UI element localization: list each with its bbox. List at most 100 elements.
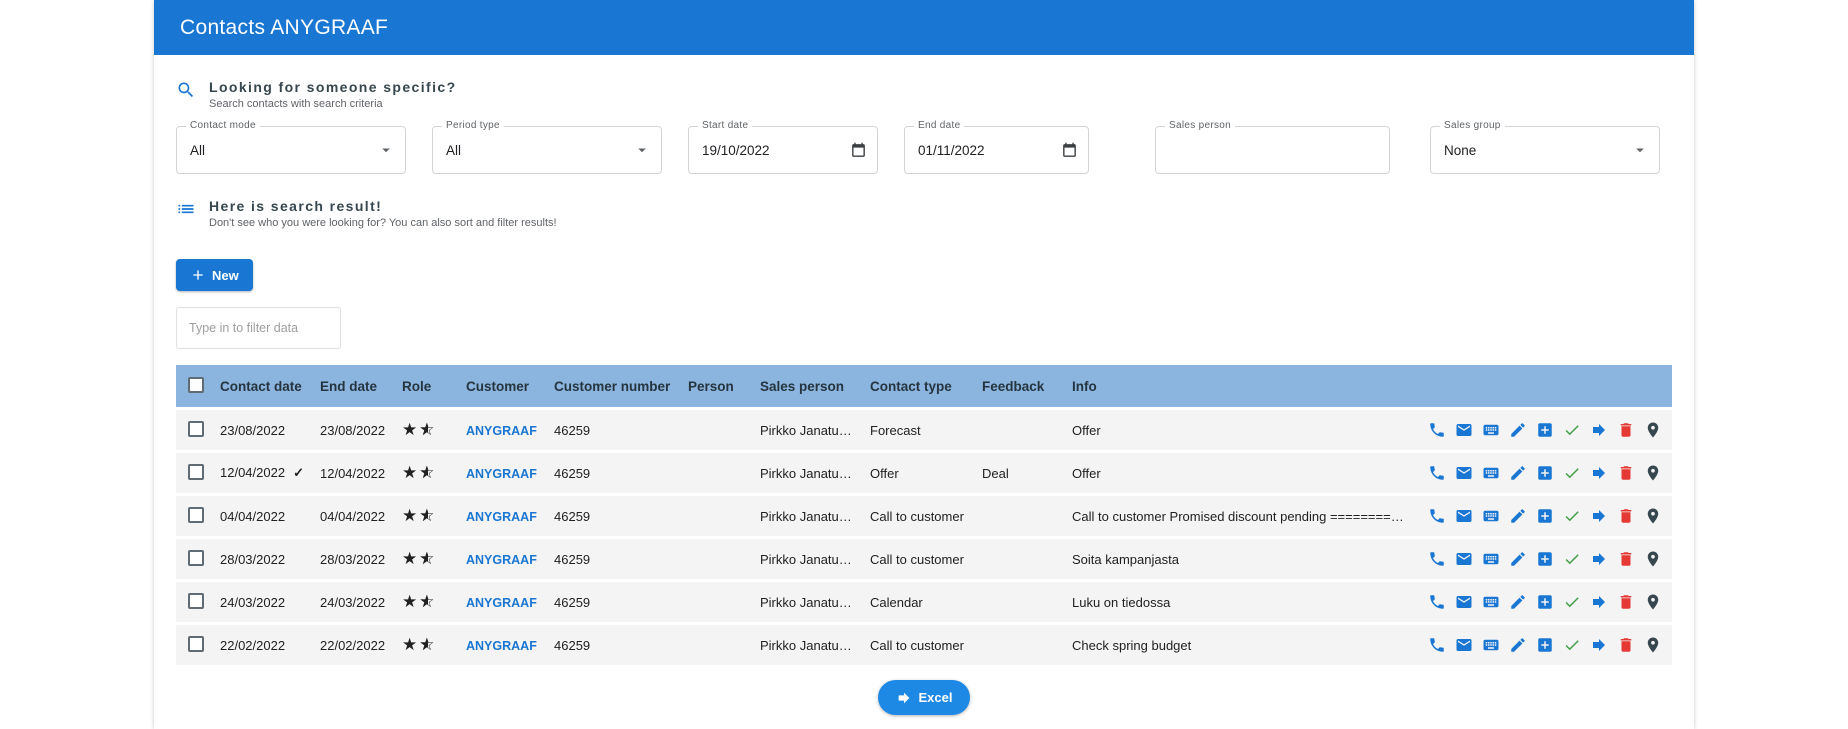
email-button[interactable] <box>1455 507 1473 525</box>
delete-button[interactable] <box>1617 593 1635 611</box>
new-button[interactable]: New <box>176 259 253 291</box>
delete-button[interactable] <box>1617 550 1635 568</box>
filter-input[interactable] <box>176 307 341 349</box>
add-button[interactable] <box>1536 636 1554 654</box>
customer-link[interactable]: ANYGRAAF <box>466 553 537 567</box>
excel-button[interactable]: Excel <box>878 680 971 715</box>
check-icon <box>1563 636 1581 654</box>
row-checkbox[interactable] <box>188 593 204 609</box>
forward-button[interactable] <box>1590 464 1608 482</box>
call-button[interactable] <box>1428 550 1446 568</box>
customer-link[interactable]: ANYGRAAF <box>466 510 537 524</box>
complete-button[interactable] <box>1563 464 1581 482</box>
call-button[interactable] <box>1428 421 1446 439</box>
delete-button[interactable] <box>1617 507 1635 525</box>
customer-link[interactable]: ANYGRAAF <box>466 596 537 610</box>
edit-button[interactable] <box>1509 550 1527 568</box>
customer-link[interactable]: ANYGRAAF <box>466 639 537 653</box>
results-subheading: Don't see who you were looking for? You … <box>209 217 557 229</box>
call-button[interactable] <box>1428 464 1446 482</box>
log-button[interactable] <box>1482 636 1500 654</box>
call-button[interactable] <box>1428 507 1446 525</box>
edit-button[interactable] <box>1509 464 1527 482</box>
end-date-cell: 22/02/2022 <box>312 625 394 665</box>
customer-number-cell: 46259 <box>546 496 680 536</box>
add-button[interactable] <box>1536 507 1554 525</box>
forward-button[interactable] <box>1590 421 1608 439</box>
delete-button[interactable] <box>1617 464 1635 482</box>
col-header-feedback[interactable]: Feedback <box>974 365 1064 407</box>
email-button[interactable] <box>1455 636 1473 654</box>
calendar-icon[interactable] <box>1061 142 1078 159</box>
col-header-end-date[interactable]: End date <box>312 365 394 407</box>
customer-link[interactable]: ANYGRAAF <box>466 424 537 438</box>
col-header-info[interactable]: Info <box>1064 365 1416 407</box>
email-button[interactable] <box>1455 550 1473 568</box>
row-checkbox[interactable] <box>188 636 204 652</box>
map-button[interactable] <box>1644 593 1662 611</box>
log-button[interactable] <box>1482 464 1500 482</box>
role-cell: ★☆★ <box>394 410 458 450</box>
email-button[interactable] <box>1455 593 1473 611</box>
feedback-cell: Deal <box>974 453 1064 493</box>
col-header-customer-number[interactable]: Customer number <box>546 365 680 407</box>
call-button[interactable] <box>1428 593 1446 611</box>
calendar-icon[interactable] <box>850 142 867 159</box>
add-button[interactable] <box>1536 550 1554 568</box>
col-header-person[interactable]: Person <box>680 365 752 407</box>
end-date-field[interactable]: End date 01/11/2022 <box>904 126 1089 174</box>
forward-button[interactable] <box>1590 593 1608 611</box>
map-button[interactable] <box>1644 636 1662 654</box>
edit-button[interactable] <box>1509 507 1527 525</box>
log-button[interactable] <box>1482 593 1500 611</box>
col-header-role[interactable]: Role <box>394 365 458 407</box>
complete-button[interactable] <box>1563 421 1581 439</box>
feedback-cell <box>974 410 1064 450</box>
period-type-select[interactable]: Period type All <box>432 126 662 174</box>
edit-button[interactable] <box>1509 421 1527 439</box>
forward-button[interactable] <box>1590 550 1608 568</box>
col-header-sales-person[interactable]: Sales person <box>752 365 862 407</box>
add-button[interactable] <box>1536 593 1554 611</box>
add-button[interactable] <box>1536 464 1554 482</box>
table-body: 23/08/2022 23/08/2022 ★☆★ ANYGRAAF 46259… <box>176 410 1672 665</box>
edit-button[interactable] <box>1509 636 1527 654</box>
row-checkbox[interactable] <box>188 464 204 480</box>
col-header-customer[interactable]: Customer <box>458 365 546 407</box>
sales-person-field[interactable]: Sales person <box>1155 126 1390 174</box>
delete-button[interactable] <box>1617 421 1635 439</box>
feedback-cell <box>974 582 1064 622</box>
row-checkbox[interactable] <box>188 507 204 523</box>
email-button[interactable] <box>1455 421 1473 439</box>
complete-button[interactable] <box>1563 550 1581 568</box>
email-button[interactable] <box>1455 464 1473 482</box>
col-header-contact-date[interactable]: Contact date <box>212 365 312 407</box>
complete-button[interactable] <box>1563 636 1581 654</box>
delete-button[interactable] <box>1617 636 1635 654</box>
add-box-icon <box>1536 550 1554 568</box>
log-button[interactable] <box>1482 507 1500 525</box>
map-button[interactable] <box>1644 421 1662 439</box>
complete-button[interactable] <box>1563 593 1581 611</box>
edit-button[interactable] <box>1509 593 1527 611</box>
col-header-contact-type[interactable]: Contact type <box>862 365 974 407</box>
call-button[interactable] <box>1428 636 1446 654</box>
log-button[interactable] <box>1482 421 1500 439</box>
location-icon <box>1644 636 1662 654</box>
map-button[interactable] <box>1644 507 1662 525</box>
forward-button[interactable] <box>1590 636 1608 654</box>
row-checkbox[interactable] <box>188 550 204 566</box>
complete-button[interactable] <box>1563 507 1581 525</box>
customer-link[interactable]: ANYGRAAF <box>466 467 537 481</box>
forward-button[interactable] <box>1590 507 1608 525</box>
contact-mode-select[interactable]: Contact mode All <box>176 126 406 174</box>
map-button[interactable] <box>1644 464 1662 482</box>
row-actions-cell <box>1416 496 1672 536</box>
log-button[interactable] <box>1482 550 1500 568</box>
sales-group-select[interactable]: Sales group None <box>1430 126 1660 174</box>
start-date-field[interactable]: Start date 19/10/2022 <box>688 126 878 174</box>
row-checkbox[interactable] <box>188 421 204 437</box>
map-button[interactable] <box>1644 550 1662 568</box>
add-button[interactable] <box>1536 421 1554 439</box>
select-all-checkbox[interactable] <box>188 377 204 393</box>
